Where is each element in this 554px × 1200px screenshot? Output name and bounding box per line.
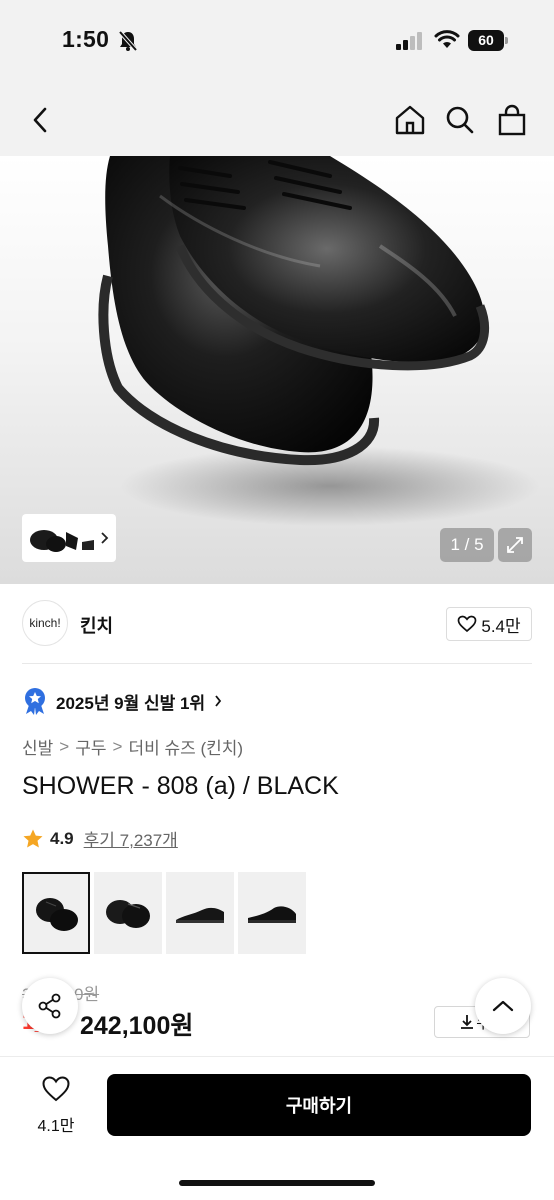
wishlist-count: 4.1만: [37, 1118, 75, 1135]
gallery-thumbnail-strip[interactable]: [22, 514, 116, 562]
expand-image-button[interactable]: [498, 528, 532, 562]
thumbnail-preview: [30, 530, 94, 552]
color-option-list: [22, 872, 306, 954]
download-icon: [461, 1015, 474, 1029]
brand-logo[interactable]: kinch!: [22, 600, 68, 646]
option-thumbnail: [176, 907, 224, 923]
color-option[interactable]: [94, 872, 162, 954]
current-price: 242,100원: [80, 1012, 194, 1040]
option-thumbnail: [248, 906, 296, 923]
color-option[interactable]: [166, 872, 234, 954]
shopping-bag-icon: [498, 104, 526, 136]
bell-muted-icon: [118, 30, 138, 52]
battery-icon: 60: [468, 30, 508, 51]
home-indicator: [179, 1180, 375, 1186]
back-chevron-icon: [33, 107, 47, 133]
divider: [22, 663, 532, 664]
chevron-right-icon: [101, 532, 109, 544]
color-option[interactable]: [238, 872, 306, 954]
home-icon: [395, 105, 425, 135]
product-image-gallery[interactable]: 1 / 5: [0, 156, 554, 584]
buy-button[interactable]: 구매하기: [107, 1074, 531, 1136]
ranking-text: 2025년 9월 신발 1위: [56, 693, 206, 713]
scroll-to-top-button[interactable]: [475, 978, 531, 1034]
rating-row: 4.9 후기 7,237개: [22, 826, 178, 851]
breadcrumb-item[interactable]: 더비 슈즈 (킨치): [128, 734, 243, 759]
battery-cap: [505, 37, 508, 44]
review-count-link[interactable]: 후기 7,237개: [84, 826, 178, 851]
wifi-icon: [434, 30, 460, 48]
search-icon: [446, 106, 474, 134]
expand-icon: [507, 537, 523, 553]
status-time: 1:50: [62, 26, 110, 52]
bottom-purchase-bar: 4.1만 구매하기: [0, 1056, 554, 1200]
breadcrumb-separator: >: [112, 736, 123, 756]
breadcrumb-item[interactable]: 구두: [75, 734, 106, 759]
option-thumbnail: [106, 900, 150, 928]
cart-button[interactable]: [494, 102, 530, 138]
ranking-badge-icon: [25, 688, 45, 715]
brand-like-count: 5.4만: [481, 616, 521, 636]
breadcrumb-item[interactable]: 신발: [22, 734, 53, 759]
brand-name[interactable]: 킨치: [80, 612, 113, 638]
wishlist-button[interactable]: 4.1만: [28, 1075, 84, 1135]
ranking-badge-link[interactable]: 2025년 9월 신발 1위: [22, 686, 223, 716]
share-icon: [38, 993, 61, 1019]
brand-like-button[interactable]: 5.4만: [446, 607, 532, 641]
product-title: SHOWER - 808 (a) / BLACK: [22, 772, 339, 800]
brand-row[interactable]: kinch! 킨치 5.4만: [22, 600, 532, 648]
signal-icon: [396, 32, 422, 50]
heart-icon: [42, 1076, 70, 1102]
back-button[interactable]: [22, 102, 58, 138]
breadcrumb: 신발 > 구두 > 더비 슈즈 (킨치): [22, 734, 243, 759]
image-page-counter: 1 / 5: [440, 528, 494, 562]
home-button[interactable]: [392, 102, 428, 138]
breadcrumb-separator: >: [59, 736, 70, 756]
heart-icon: [458, 615, 477, 633]
status-bar: 1:50 60: [0, 0, 554, 84]
star-icon: [23, 829, 43, 847]
chevron-up-icon: [492, 1000, 514, 1012]
color-option[interactable]: [22, 872, 90, 954]
share-button[interactable]: [22, 978, 78, 1034]
rating-score: 4.9: [50, 828, 74, 848]
search-button[interactable]: [442, 102, 478, 138]
battery-level: 60: [468, 30, 504, 51]
chevron-right-icon: [215, 695, 222, 707]
navigation-bar: [0, 84, 554, 156]
option-thumbnail: [36, 898, 78, 931]
